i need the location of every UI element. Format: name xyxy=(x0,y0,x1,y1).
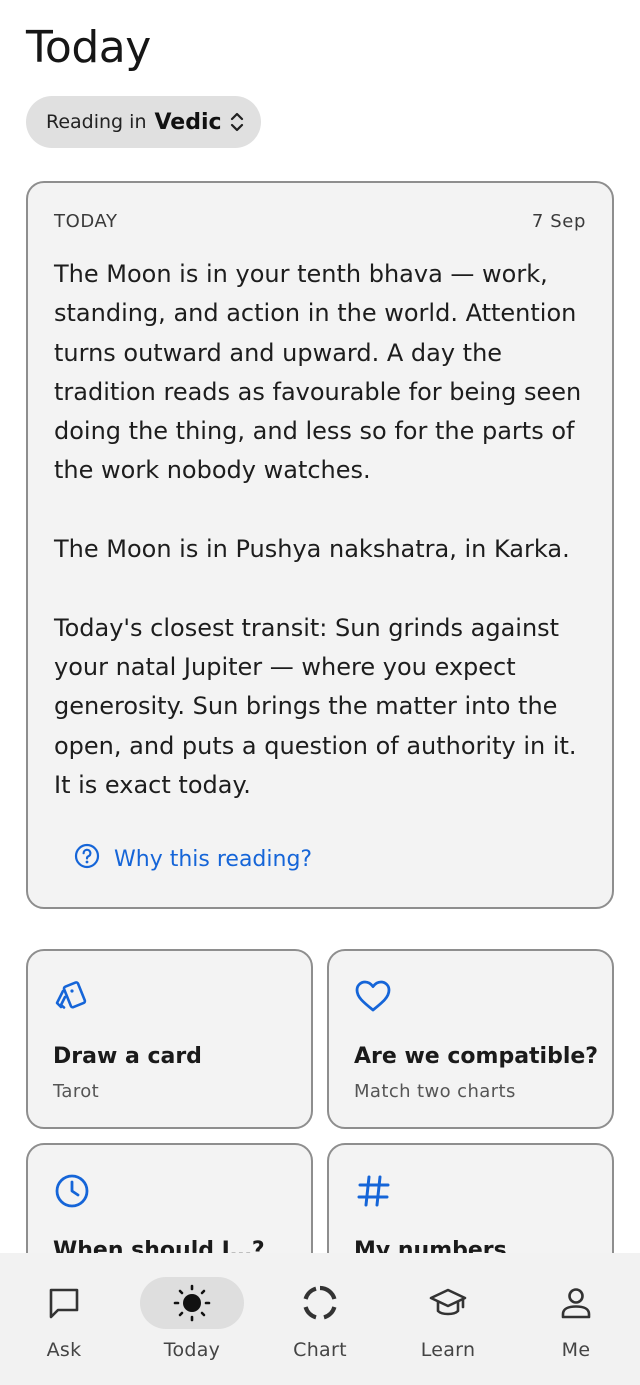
help-circle-icon xyxy=(74,843,114,875)
tab-label: Me xyxy=(561,1339,591,1361)
tab-label: Chart xyxy=(293,1339,347,1361)
unfold-chevron-icon xyxy=(230,111,244,133)
heart-icon xyxy=(353,977,393,1021)
reading-system-value: Vedic xyxy=(154,109,222,135)
tile-subtitle: Tarot xyxy=(53,1081,100,1102)
card-header: TODAY 7 Sep xyxy=(54,211,586,232)
today-reading-card: TODAY 7 Sep The Moon is in your tenth bh… xyxy=(26,181,614,909)
hash-icon xyxy=(353,1171,393,1215)
draw-a-card-tile[interactable]: Draw a card Tarot xyxy=(26,949,313,1129)
tab-me[interactable]: Me xyxy=(512,1253,640,1385)
bottom-tab-bar: Ask Today Chart Learn Me xyxy=(0,1253,640,1385)
why-this-reading-link[interactable]: Why this reading? xyxy=(74,843,312,875)
tab-label: Learn xyxy=(420,1339,476,1361)
person-icon xyxy=(524,1277,628,1329)
reading-paragraph: Today's closest transit: Sun grinds agai… xyxy=(54,613,577,799)
why-link-label: Why this reading? xyxy=(114,846,313,872)
clock-icon xyxy=(52,1171,92,1215)
tab-ask[interactable]: Ask xyxy=(0,1253,128,1385)
tab-label: Today xyxy=(163,1339,221,1361)
tile-subtitle: Match two charts xyxy=(354,1081,516,1102)
chart-ring-icon xyxy=(268,1277,372,1329)
card-date: 7 Sep xyxy=(531,211,586,232)
graduation-cap-icon xyxy=(396,1277,500,1329)
tile-title: Draw a card xyxy=(53,1044,202,1069)
cards-icon xyxy=(52,977,92,1021)
tab-chart[interactable]: Chart xyxy=(256,1253,384,1385)
reading-paragraph: The Moon is in your tenth bhava — work, … xyxy=(54,260,582,485)
page-title: Today xyxy=(26,22,151,73)
sun-icon xyxy=(140,1277,244,1329)
reading-text: The Moon is in your tenth bhava — work, … xyxy=(54,255,592,805)
chat-bubble-icon xyxy=(12,1277,116,1329)
tab-learn[interactable]: Learn xyxy=(384,1253,512,1385)
tile-title: Are we compatible? xyxy=(354,1044,599,1069)
tab-today[interactable]: Today xyxy=(128,1253,256,1385)
reading-system-selector[interactable]: Reading in Vedic xyxy=(26,96,261,148)
tab-label: Ask xyxy=(46,1339,82,1361)
compatibility-tile[interactable]: Are we compatible? Match two charts xyxy=(327,949,614,1129)
card-label: TODAY xyxy=(54,211,118,232)
reading-paragraph: The Moon is in Pushya nakshatra, in Kark… xyxy=(54,535,570,564)
reading-selector-prefix: Reading in xyxy=(46,111,147,133)
